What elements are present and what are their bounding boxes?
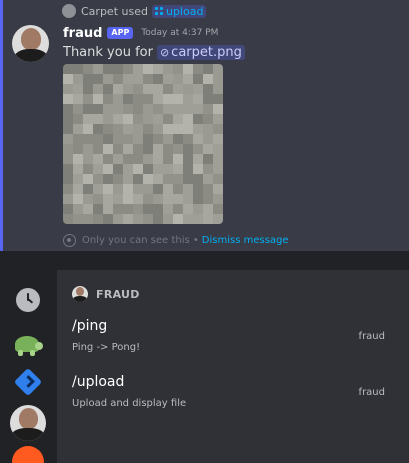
command-reply-context[interactable]: Carpet used upload — [62, 4, 207, 18]
ephemeral-notice: Only you can see this • Dismiss message — [63, 233, 289, 247]
reply-user-avatar — [62, 4, 76, 18]
clock-icon[interactable] — [16, 288, 40, 312]
app-rail — [0, 270, 57, 463]
app-badge: APP — [107, 27, 134, 39]
ephemeral-indicator-bar — [0, 0, 3, 251]
turtle-icon[interactable] — [12, 330, 43, 360]
bot-avatar-icon[interactable] — [10, 405, 46, 441]
blue-app-icon[interactable] — [12, 366, 44, 398]
eye-icon — [63, 233, 76, 247]
bot-mini-avatar — [72, 286, 88, 302]
reply-command-name: upload — [165, 4, 204, 18]
message-timestamp: Today at 4:37 PM — [141, 28, 219, 38]
reply-verb: used — [121, 4, 148, 18]
author-avatar[interactable] — [12, 25, 49, 62]
reply-command-chip[interactable]: upload — [151, 4, 207, 18]
chat-area: Carpet used upload fraud APP Today at 4:… — [0, 0, 409, 251]
command-source: fraud — [358, 387, 385, 398]
bot-section-name: FRAUD — [96, 287, 140, 301]
message-text: Thank you for — [63, 44, 153, 60]
message-content: Thank you for ⊘ carpet.png — [63, 43, 245, 61]
dismiss-message-link[interactable]: Dismiss message — [202, 235, 289, 246]
slash-command-picker: FRAUD /ping Ping -> Pong! fraud /upload … — [0, 270, 409, 463]
command-item-ping[interactable]: /ping Ping -> Pong! fraud — [57, 318, 409, 370]
reply-username: Carpet — [81, 4, 119, 18]
command-description: Ping -> Pong! — [72, 342, 141, 353]
notice-text: Only you can see this • — [82, 234, 199, 246]
attachment-link-icon: ⊘ — [159, 45, 170, 59]
command-name: /ping — [72, 318, 108, 334]
command-name: /upload — [72, 374, 125, 390]
file-mention-chip[interactable]: ⊘ carpet.png — [156, 44, 245, 60]
slash-command-icon — [154, 7, 163, 15]
orange-app-icon[interactable] — [12, 446, 44, 463]
bot-section-header: FRAUD — [72, 286, 140, 302]
author-name[interactable]: fraud — [63, 26, 102, 41]
command-item-upload[interactable]: /upload Upload and display file fraud — [57, 374, 409, 426]
message-header: fraud APP Today at 4:37 PM — [63, 25, 218, 41]
command-source: fraud — [358, 331, 385, 342]
command-description: Upload and display file — [72, 398, 187, 409]
image-attachment[interactable] — [63, 64, 223, 224]
file-mention-name: carpet.png — [171, 44, 242, 60]
